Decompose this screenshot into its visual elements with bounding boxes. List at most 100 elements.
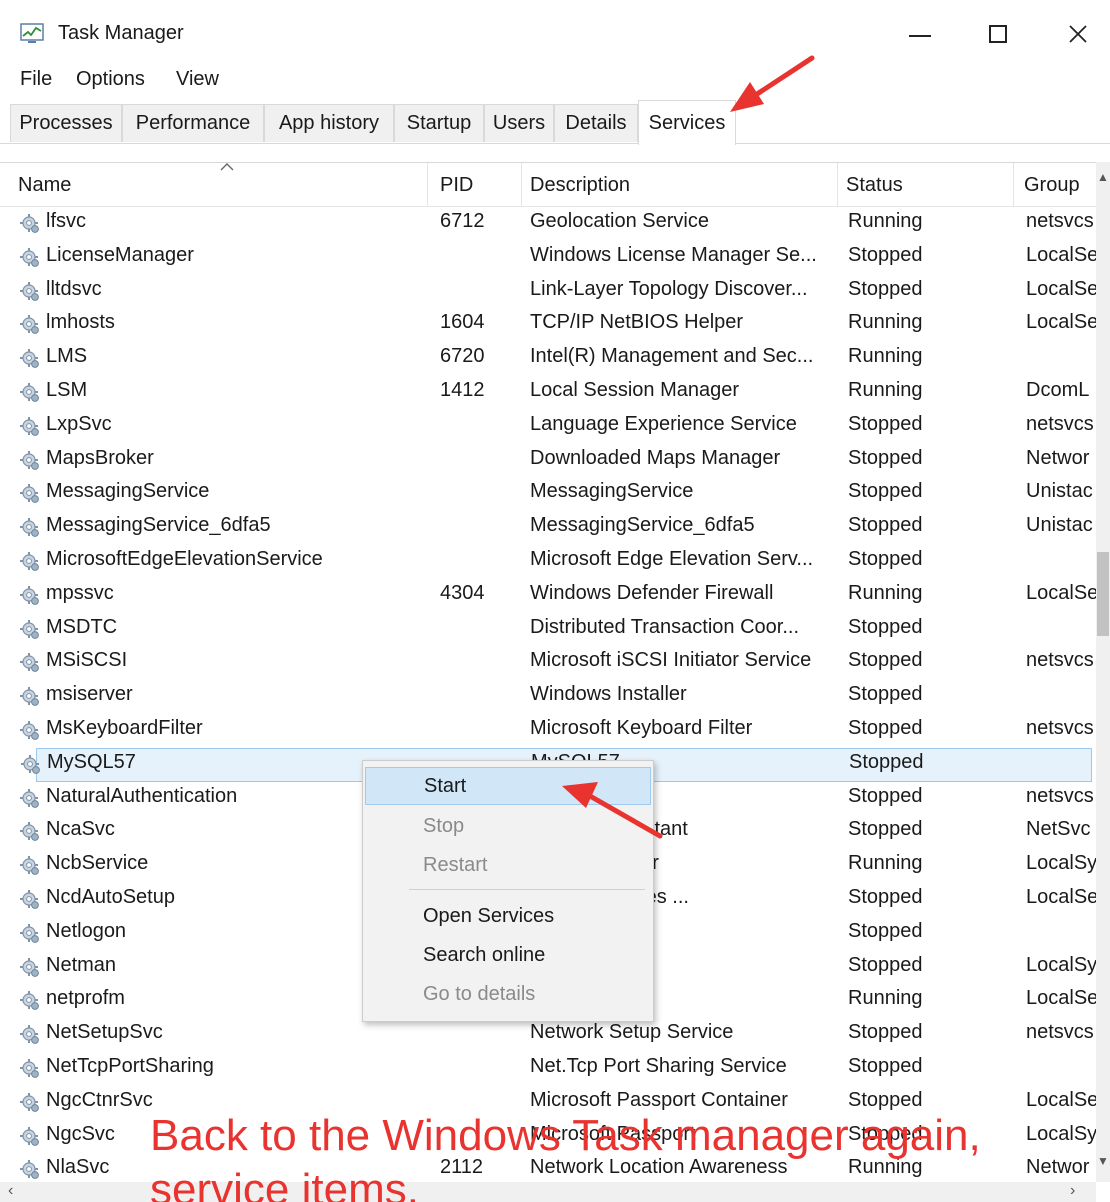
tab-performance[interactable]: Performance xyxy=(122,104,264,142)
tab-app-history[interactable]: App history xyxy=(264,104,394,142)
name-cell: MicrosoftEdgeElevationService xyxy=(46,548,323,570)
description-cell: Network Setup Service xyxy=(530,1021,734,1044)
description-cell: Windows Installer xyxy=(530,683,687,706)
scroll-down-icon[interactable]: ▼ xyxy=(1097,1154,1109,1168)
tab-processes[interactable]: Processes xyxy=(10,104,122,142)
menu-bar: File Options View xyxy=(0,62,1110,96)
status-cell: Stopped xyxy=(849,750,924,773)
name-cell: lmhosts xyxy=(46,311,115,334)
table-row[interactable]: msiserver Windows Installer Stopped xyxy=(0,680,1096,714)
table-row[interactable]: NetTcpPortSharing Net.Tcp Port Sharing Se… xyxy=(0,1052,1096,1086)
column-status[interactable]: Status xyxy=(838,163,1014,207)
scroll-left-icon[interactable]: ‹ xyxy=(8,1182,13,1200)
table-row[interactable]: MapsBroker Downloaded Maps Manager Stopped… xyxy=(0,444,1096,478)
maximize-button[interactable] xyxy=(968,14,1028,54)
group-cell: netsvcs xyxy=(1026,1021,1094,1044)
service-gear-icon xyxy=(18,1125,42,1149)
group-cell: NetSvc xyxy=(1026,818,1091,841)
tab-users[interactable]: Users xyxy=(484,104,554,142)
service-gear-icon xyxy=(18,1091,42,1115)
table-row[interactable]: lmhosts 1604 TCP/IP NetBIOS Helper Running L… xyxy=(0,308,1096,342)
status-cell: Running xyxy=(848,987,923,1010)
status-cell: Running xyxy=(848,345,923,368)
table-row[interactable]: LSM 1412 Local Session Manager Running DcomL xyxy=(0,376,1096,410)
pid-cell: 6712 xyxy=(440,210,485,232)
description-cell: Distributed Transaction Coor... xyxy=(530,615,800,638)
tab-startup[interactable]: Startup xyxy=(394,104,484,142)
column-name[interactable]: Name xyxy=(10,163,428,207)
minimize-button[interactable] xyxy=(890,14,950,54)
table-row[interactable]: MSDTC Distributed Transaction Coor... Stop… xyxy=(0,613,1096,647)
service-gear-icon xyxy=(18,347,42,371)
table-row[interactable]: lltdsvc Link-Layer Topology Discover... St… xyxy=(0,275,1096,309)
table-row[interactable]: MessagingService_6dfa5 MessagingService_6… xyxy=(0,511,1096,545)
column-group[interactable]: Group xyxy=(1016,163,1096,207)
table-row[interactable]: MSiSCSI Microsoft iSCSI Initiator Service… xyxy=(0,646,1096,680)
service-gear-icon xyxy=(18,989,42,1013)
table-row[interactable]: MsKeyboardFilter Microsoft Keyboard Filte… xyxy=(0,714,1096,748)
status-cell: Stopped xyxy=(848,717,923,739)
context-menu: Start Stop Restart Open Services Search … xyxy=(362,760,654,1022)
column-status-label: Status xyxy=(846,173,903,196)
service-gear-icon xyxy=(18,482,42,506)
description-cell: Windows Defender Firewall xyxy=(530,581,774,604)
scroll-right-icon[interactable]: › xyxy=(1070,1182,1075,1200)
name-cell: LicenseManager xyxy=(46,243,194,266)
tab-services[interactable]: Services xyxy=(638,100,736,145)
task-manager-icon xyxy=(20,23,44,43)
table-row[interactable]: LxpSvc Language Experience Service Stopped… xyxy=(0,410,1096,444)
group-cell: LocalSe xyxy=(1026,886,1096,908)
tab-details[interactable]: Details xyxy=(554,104,638,142)
column-description[interactable]: Description xyxy=(522,163,838,207)
vertical-scrollbar[interactable]: ▲ ▼ xyxy=(1096,162,1110,1182)
pid-cell: 4304 xyxy=(440,581,485,604)
status-cell: Stopped xyxy=(848,784,923,807)
column-name-label: Name xyxy=(18,173,72,196)
minimize-icon xyxy=(909,35,931,37)
table-row[interactable]: lfsvc 6712 Geolocation Service Running netsv… xyxy=(0,207,1096,241)
menu-item-open-services[interactable]: Open Services xyxy=(365,897,651,935)
group-cell: netsvcs xyxy=(1026,784,1094,807)
status-cell: Stopped xyxy=(848,277,923,300)
name-cell: MSDTC xyxy=(46,615,118,638)
service-gear-icon xyxy=(18,280,42,304)
name-cell: MapsBroker xyxy=(46,446,154,469)
status-cell: Stopped xyxy=(848,243,923,266)
sort-ascending-icon xyxy=(220,163,234,171)
scrollbar-thumb[interactable] xyxy=(1097,552,1109,636)
menu-options[interactable]: Options xyxy=(76,68,145,91)
description-cell: Downloaded Maps Manager xyxy=(530,446,781,469)
table-row[interactable]: LMS 6720 Intel(R) Management and Sec... Run… xyxy=(0,342,1096,376)
service-gear-icon xyxy=(18,313,42,337)
table-row[interactable]: MicrosoftEdgeElevationService Microsoft E… xyxy=(0,545,1096,579)
menu-item-go-to-details: Go to details xyxy=(423,982,536,1005)
table-header: Name PID Description Status Group xyxy=(0,163,1096,207)
group-cell: LocalSe xyxy=(1026,987,1096,1010)
column-pid[interactable]: PID xyxy=(432,163,522,207)
annotation-caption-line2: service items. xyxy=(150,1165,419,1202)
table-row[interactable]: NetSetupSvc Network Setup Service Stopped n… xyxy=(0,1018,1096,1052)
service-gear-icon xyxy=(18,1023,42,1047)
menu-file[interactable]: File xyxy=(20,68,52,91)
menu-item-restart: Restart xyxy=(423,853,488,876)
table-row[interactable]: LicenseManager Windows License Manager Se… xyxy=(0,241,1096,275)
menu-view[interactable]: View xyxy=(176,68,219,91)
status-cell: Stopped xyxy=(848,514,923,537)
table-row[interactable]: mpssvc 4304 Windows Defender Firewall Runni… xyxy=(0,579,1096,613)
menu-item-start[interactable]: Start xyxy=(365,767,651,805)
group-cell: netsvcs xyxy=(1026,412,1094,435)
table-row[interactable]: MessagingService MessagingService Stopped U… xyxy=(0,477,1096,511)
name-cell: MSiSCSI xyxy=(46,649,128,672)
service-gear-icon xyxy=(18,956,42,980)
status-cell: Running xyxy=(848,210,923,232)
name-cell: LMS xyxy=(46,345,88,368)
tab-bar: Processes Performance App history Startu… xyxy=(0,100,1110,145)
menu-item-search-online[interactable]: Search online xyxy=(365,936,651,974)
status-cell: Stopped xyxy=(848,412,923,435)
scroll-up-icon[interactable]: ▲ xyxy=(1097,170,1109,184)
close-button[interactable] xyxy=(1048,14,1108,54)
group-cell: LocalSy xyxy=(1026,852,1096,875)
name-cell: lfsvc xyxy=(46,210,86,232)
service-gear-icon xyxy=(18,381,42,405)
status-cell: Running xyxy=(848,311,923,334)
